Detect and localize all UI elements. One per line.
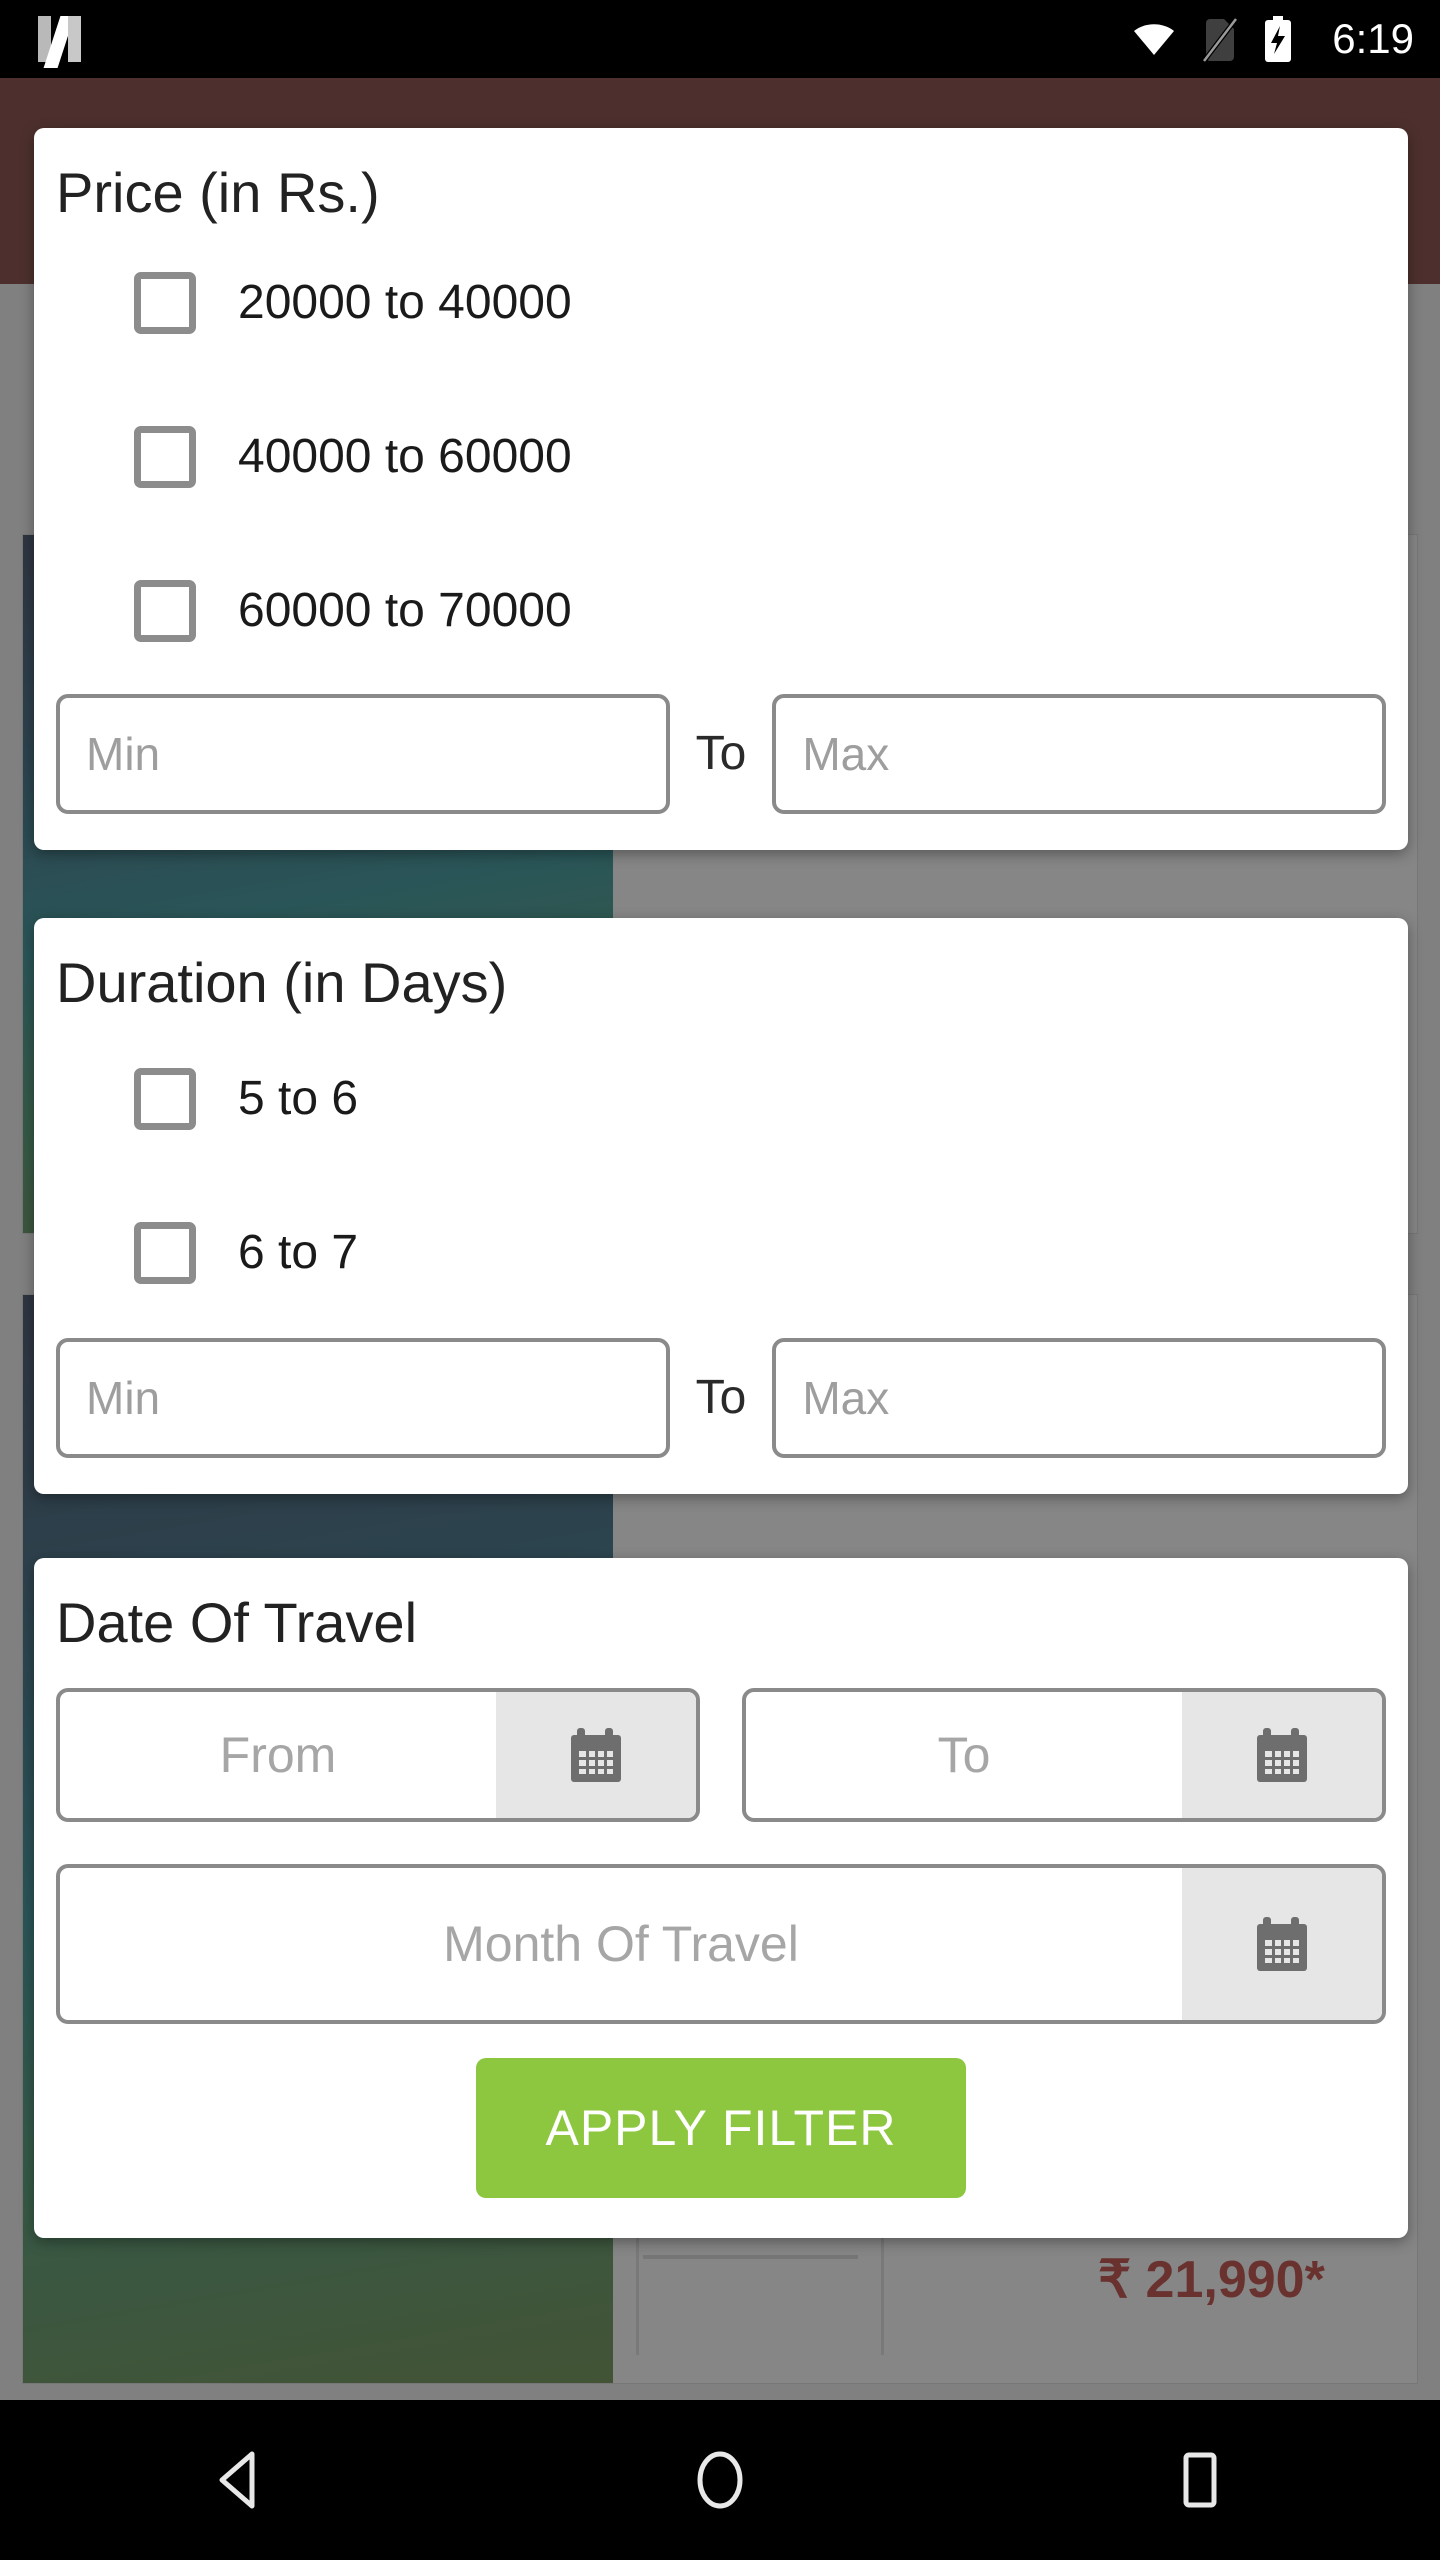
month-of-travel-placeholder: Month Of Travel <box>443 1915 799 1972</box>
calendar-icon <box>571 1727 621 1782</box>
duration-range-inputs: Min To Max <box>34 1337 1408 1494</box>
price-section-title: Price (in Rs.) <box>56 161 380 224</box>
checkbox-price-1[interactable] <box>134 425 196 488</box>
date-filter-card: Date Of Travel From To Month Of Travel A… <box>34 1558 1408 2238</box>
calendar-icon <box>1257 1916 1307 1971</box>
price-to-label: To <box>695 727 747 781</box>
back-triangle-icon <box>219 2451 255 2509</box>
no-sim-icon <box>1202 17 1239 63</box>
price-option-row[interactable]: 60000 to 70000 <box>34 579 1408 642</box>
price-option-label: 60000 to 70000 <box>238 584 572 638</box>
checkbox-price-0[interactable] <box>134 271 196 334</box>
duration-option-label: 6 to 7 <box>238 1226 359 1280</box>
price-range-inputs: Min To Max <box>34 693 1408 850</box>
phone-screen: TOURCODE ANDAMAN 10 5 Joining < Port Bla… <box>0 0 1440 2560</box>
month-of-travel-input[interactable]: Month Of Travel <box>56 1863 1386 2024</box>
price-min-placeholder: Min <box>86 727 161 780</box>
calendar-icon-to-button[interactable] <box>1182 1691 1382 1818</box>
calendar-icon <box>1257 1727 1307 1782</box>
checkbox-price-2[interactable] <box>134 579 196 642</box>
date-section-title: Date Of Travel <box>56 1591 418 1654</box>
month-of-travel-row: Month Of Travel <box>34 1863 1408 2024</box>
checkbox-duration-0[interactable] <box>134 1067 196 1130</box>
price-max-input[interactable]: Max <box>772 693 1387 814</box>
duration-option-label: 5 to 6 <box>238 1072 359 1126</box>
duration-to-label: To <box>695 1371 747 1425</box>
status-bar-clock: 6:19 <box>1332 15 1414 62</box>
duration-min-placeholder: Min <box>86 1371 161 1424</box>
duration-max-input[interactable]: Max <box>772 1337 1387 1458</box>
duration-filter-card: Duration (in Days) 5 to 6 6 to 7 Min To … <box>34 918 1408 1494</box>
date-from-input[interactable]: From <box>56 1687 700 1822</box>
duration-min-input[interactable]: Min <box>56 1337 670 1458</box>
duration-max-placeholder: Max <box>802 1371 890 1424</box>
price-option-row[interactable]: 20000 to 40000 <box>34 271 1408 334</box>
android-n-logo-icon <box>34 12 88 68</box>
calendar-icon-month-button[interactable] <box>1182 1867 1382 2020</box>
duration-option-row[interactable]: 5 to 6 <box>34 1067 1408 1130</box>
apply-filter-button[interactable]: APPLY FILTER <box>476 2057 966 2198</box>
price-min-input[interactable]: Min <box>56 693 670 814</box>
apply-filter-row: APPLY FILTER <box>34 2024 1408 2238</box>
date-to-input[interactable]: To <box>742 1687 1386 1822</box>
wifi-icon <box>1132 22 1176 56</box>
checkbox-duration-1[interactable] <box>134 1221 196 1284</box>
recents-button[interactable] <box>1110 2425 1290 2535</box>
duration-section-title: Duration (in Days) <box>56 951 508 1014</box>
price-filter-card: Price (in Rs.) 20000 to 40000 40000 to 6… <box>34 128 1408 850</box>
date-range-inputs: From To <box>34 1687 1408 1822</box>
home-circle-icon <box>697 2451 743 2509</box>
date-from-placeholder: From <box>219 1726 337 1783</box>
back-button[interactable] <box>150 2425 330 2535</box>
calendar-icon-from-button[interactable] <box>496 1691 696 1818</box>
price-max-placeholder: Max <box>802 727 890 780</box>
home-button[interactable] <box>630 2425 810 2535</box>
price-option-label: 40000 to 60000 <box>238 430 572 484</box>
battery-charging-icon <box>1264 16 1292 62</box>
price-option-row[interactable]: 40000 to 60000 <box>34 425 1408 488</box>
price-option-label: 20000 to 40000 <box>238 276 572 330</box>
android-navigation-bar <box>0 2400 1440 2560</box>
recents-square-icon <box>1183 2452 1217 2508</box>
status-bar: 6:19 <box>0 0 1440 78</box>
duration-option-row[interactable]: 6 to 7 <box>34 1221 1408 1284</box>
date-to-placeholder: To <box>937 1726 991 1783</box>
